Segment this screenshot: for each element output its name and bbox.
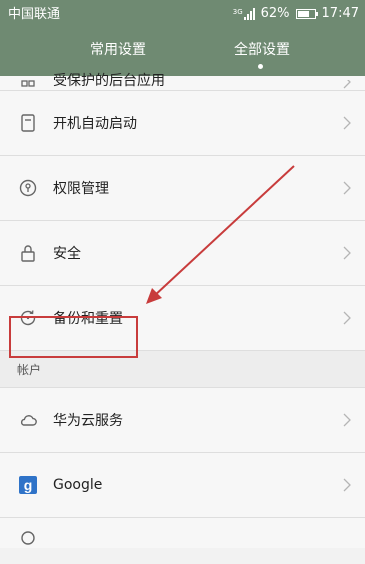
signal-icon — [243, 8, 255, 20]
tab-common-settings[interactable]: 常用设置 — [56, 40, 180, 60]
svg-text:g: g — [24, 477, 33, 493]
signal-indicator: 3G — [233, 8, 255, 20]
settings-item-huawei-cloud[interactable]: 华为云服务 — [0, 388, 365, 453]
section-label: 帐户 — [17, 363, 42, 377]
lock-icon — [21, 245, 35, 262]
chevron-right-icon — [343, 246, 351, 260]
battery-icon — [295, 9, 318, 19]
carrier-name: 中国联通 — [8, 7, 61, 22]
chevron-right-icon — [343, 478, 351, 492]
highlight-box — [9, 316, 138, 358]
autostart-icon — [21, 114, 35, 132]
tab-selected-indicator — [258, 64, 263, 69]
settings-item-security[interactable]: 安全 — [0, 221, 365, 286]
settings-item-partial[interactable] — [0, 518, 365, 548]
battery-percent: 62% — [260, 6, 290, 21]
settings-item-label: 受保护的后台应用 — [53, 73, 165, 89]
settings-item-label: 安全 — [53, 246, 81, 262]
account-icon — [21, 531, 35, 545]
settings-item-autostart[interactable]: 开机自动启动 — [0, 91, 365, 156]
network-type: 3G — [232, 8, 243, 16]
settings-item-label: 权限管理 — [53, 181, 109, 197]
cloud-icon — [20, 415, 37, 426]
chevron-right-icon — [343, 181, 351, 195]
settings-item-label: 华为云服务 — [53, 413, 123, 429]
chevron-right-icon — [343, 413, 351, 427]
tab-all-settings[interactable]: 全部设置 — [200, 40, 324, 60]
status-bar: 中国联通 3G 62% 17:47 — [0, 0, 365, 30]
chevron-right-icon — [343, 116, 351, 130]
settings-item-protected-apps[interactable]: 受保护的后台应用 — [0, 73, 365, 91]
google-icon: g — [19, 476, 37, 494]
permission-icon — [19, 179, 37, 197]
settings-list: 受保护的后台应用 开机自动启动 权限管理 安全 备份和重置 帐户 华为云服务 g… — [0, 73, 365, 548]
app-header: 中国联通 3G 62% 17:47 常用设置 全部设置 — [0, 0, 365, 76]
settings-item-label: 开机自动启动 — [53, 116, 137, 132]
status-indicators: 3G 62% 17:47 — [233, 6, 359, 22]
settings-item-permissions[interactable]: 权限管理 — [0, 156, 365, 221]
settings-item-label: Google — [53, 477, 103, 493]
settings-item-google[interactable]: g Google — [0, 453, 365, 518]
chevron-right-icon — [343, 311, 351, 325]
clock: 17:47 — [321, 6, 359, 21]
